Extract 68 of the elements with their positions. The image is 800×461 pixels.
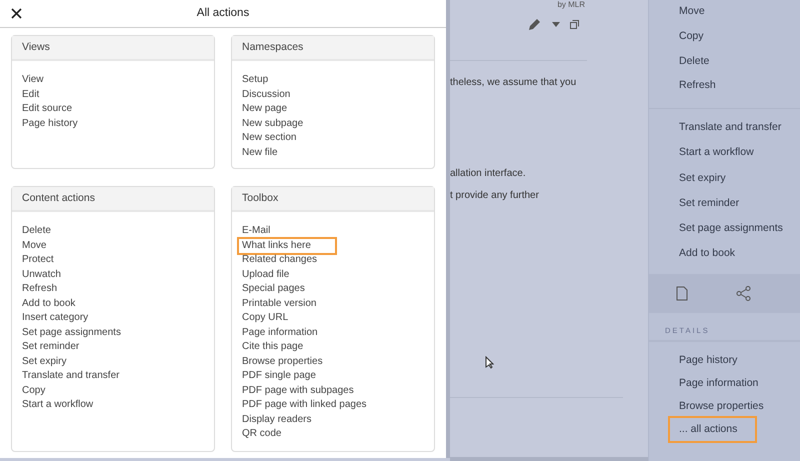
action-link[interactable]: PDF page with linked pages xyxy=(239,398,370,412)
action-link[interactable]: Refresh xyxy=(19,282,60,296)
dialog-title: All actions xyxy=(196,6,250,21)
page-icon[interactable] xyxy=(676,286,688,301)
action-link[interactable]: Set page assignments xyxy=(19,326,124,340)
action-link[interactable]: Translate and transfer xyxy=(19,369,122,384)
action-link[interactable]: Page information xyxy=(239,326,321,340)
sidebar-link[interactable]: Set reminder xyxy=(649,196,800,212)
action-link[interactable]: New subpage xyxy=(239,116,306,131)
sidebar-link[interactable]: Delete xyxy=(649,54,800,70)
action-link[interactable]: New page xyxy=(239,102,290,116)
action-link[interactable]: Copy URL xyxy=(239,311,292,326)
action-link[interactable]: E-Mail xyxy=(239,224,274,238)
close-icon[interactable] xyxy=(11,8,22,19)
action-link[interactable]: Set reminder xyxy=(19,340,82,354)
action-link[interactable]: Start a workflow xyxy=(19,398,96,412)
caret-icon[interactable] xyxy=(552,22,560,26)
sidebar-link[interactable]: Add to book xyxy=(649,246,800,262)
action-link[interactable]: Unwatch xyxy=(19,268,64,282)
action-link[interactable]: PDF single page xyxy=(239,369,319,384)
card-title: Content actions xyxy=(12,187,214,212)
sidebar-link[interactable]: Start a workflow xyxy=(649,145,800,161)
action-link[interactable]: QR code xyxy=(239,427,284,442)
sidebar-link[interactable]: Refresh xyxy=(649,78,800,94)
author-text: by MLR xyxy=(557,0,585,9)
action-link[interactable]: Browse properties xyxy=(239,354,326,369)
sidebar-link[interactable]: Set expiry xyxy=(649,170,800,186)
action-link[interactable]: Printable version xyxy=(239,296,320,311)
action-link[interactable]: Move xyxy=(19,238,50,253)
body-text: t provide any further xyxy=(450,189,540,203)
sidebar-link[interactable]: Page history xyxy=(670,354,746,368)
action-link[interactable]: Insert category xyxy=(19,311,92,326)
sidebar-link[interactable]: Translate and transfer xyxy=(649,120,800,136)
pencil-icon[interactable] xyxy=(528,17,542,31)
action-link[interactable]: Edit xyxy=(19,88,42,102)
body-text: theless, we assume that you xyxy=(450,76,578,90)
action-link[interactable]: Display readers xyxy=(239,412,314,427)
action-link[interactable]: PDF page with subpages xyxy=(239,384,357,398)
card-title: Views xyxy=(12,36,214,61)
sidebar-link[interactable]: Copy xyxy=(649,28,800,44)
action-link[interactable]: Upload file xyxy=(239,268,292,282)
action-link[interactable]: New file xyxy=(239,146,281,160)
body-text: allation interface. xyxy=(450,167,527,181)
action-link[interactable]: Page history xyxy=(19,116,81,131)
sidebar-link[interactable]: Page information xyxy=(670,377,768,390)
card-title: Toolbox xyxy=(232,187,434,212)
action-link[interactable]: Setup xyxy=(239,73,272,88)
action-link[interactable]: Cite this page xyxy=(239,340,306,354)
share-icon[interactable] xyxy=(736,286,751,301)
action-link[interactable]: Add to book xyxy=(19,296,78,311)
action-link[interactable]: Related changes xyxy=(239,253,320,268)
action-link[interactable]: What links here xyxy=(239,238,335,253)
sidebar-link[interactable]: Set page assignments xyxy=(649,221,800,237)
mouse-pointer-icon xyxy=(485,356,494,369)
sidebar-link[interactable]: Move xyxy=(649,4,800,20)
action-link[interactable]: Copy xyxy=(19,384,48,398)
action-link[interactable]: Protect xyxy=(19,253,57,268)
action-link[interactable]: Delete xyxy=(19,224,54,238)
action-link[interactable]: Special pages xyxy=(239,282,308,296)
window-icon[interactable] xyxy=(570,20,579,28)
action-link[interactable]: Set expiry xyxy=(19,354,70,369)
action-link[interactable]: Discussion xyxy=(239,88,294,102)
card-title: Namespaces xyxy=(232,36,434,61)
sidebar-link[interactable]: ... all actions xyxy=(670,418,756,442)
action-link[interactable]: New section xyxy=(239,131,300,146)
action-link[interactable]: View xyxy=(19,73,46,88)
sidebar-link[interactable]: Browse properties xyxy=(670,400,773,414)
action-link[interactable]: Edit source xyxy=(19,102,76,116)
